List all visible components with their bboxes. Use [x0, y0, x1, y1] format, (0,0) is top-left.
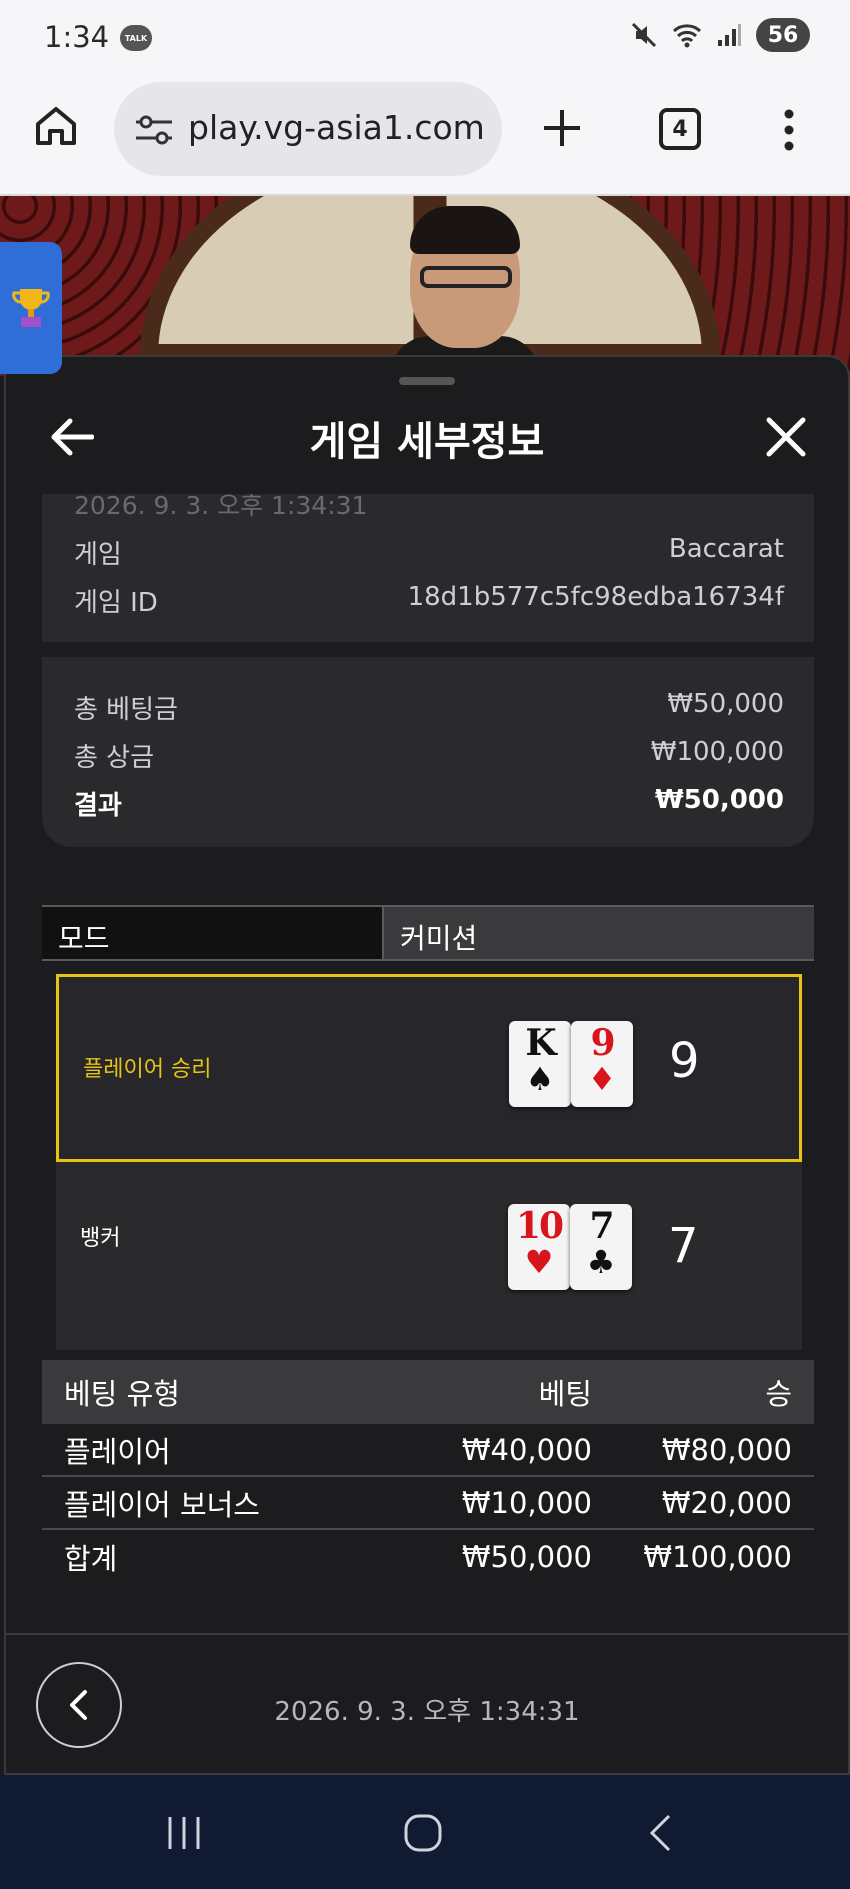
info-label: 게임 ID — [74, 588, 158, 618]
card-rank: 10 — [515, 1205, 564, 1247]
sheet-drag-handle[interactable] — [399, 377, 455, 385]
total-label-cell: 합계 — [64, 1541, 118, 1576]
player-card-1: K ♠ — [509, 1021, 571, 1107]
win-amount-cell: ₩80,000 — [661, 1432, 792, 1467]
kakaotalk-notification-icon: TALK — [120, 25, 152, 51]
tab-switcher-button[interactable]: 4 — [659, 108, 701, 150]
dealer-hair — [410, 206, 520, 254]
home-nav-button[interactable] — [399, 1809, 447, 1857]
bet-type-cell: 플레이어 보너스 — [64, 1487, 260, 1522]
banker-card-1: 10 ♥ — [508, 1204, 570, 1290]
info-label: 게임 — [74, 540, 122, 570]
home-circle-icon — [404, 1814, 442, 1852]
home-icon[interactable] — [34, 104, 78, 148]
player-card-2: 9 ♦ — [571, 1021, 633, 1107]
summary-label: 총 베팅금 — [74, 695, 178, 725]
footer-divider — [6, 1633, 848, 1635]
column-header-win: 승 — [765, 1377, 792, 1411]
more-menu-icon[interactable] — [784, 108, 794, 152]
back-nav-button[interactable] — [636, 1809, 684, 1857]
game-details-sheet: 게임 세부정보 2026. 9. 3. 오후 1:34:31 게임 Baccar… — [4, 355, 850, 1775]
summary-label: 총 상금 — [74, 743, 155, 773]
trophy-button[interactable] — [0, 242, 62, 374]
signal-icon — [718, 24, 741, 46]
summary-row-total-bet: 총 베팅금 ₩50,000 — [74, 689, 784, 726]
column-header-bet: 베팅 — [538, 1377, 592, 1411]
mode-value: 커미션 — [382, 907, 814, 959]
recent-apps-icon — [168, 1817, 200, 1849]
table-total-row: 합계 ₩50,000 ₩100,000 — [42, 1530, 814, 1583]
mode-label: 모드 — [42, 907, 382, 959]
sheet-title: 게임 세부정보 — [309, 419, 545, 465]
player-hand: 플레이어 승리 K ♠ 9 ♦ 9 — [56, 974, 802, 1162]
spade-icon: ♠ — [525, 1060, 555, 1098]
summary-row-result: 결과 ₩50,000 — [74, 785, 784, 822]
table-row: 플레이어 보너스 ₩10,000 ₩20,000 — [42, 1477, 814, 1530]
diamond-icon: ♦ — [587, 1060, 617, 1098]
club-icon: ♣ — [586, 1243, 616, 1281]
player-hand-label: 플레이어 승리 — [83, 1057, 212, 1082]
recent-apps-button[interactable] — [160, 1809, 208, 1857]
bets-table-header: 베팅 유형 베팅 승 — [42, 1360, 814, 1424]
info-row-game: 게임 Baccarat — [74, 534, 784, 571]
card-rank: K — [525, 1022, 556, 1064]
browser-toolbar: play.vg-asia1.com 4 — [0, 78, 850, 196]
system-navigation-bar — [0, 1775, 850, 1889]
total-bet-cell: ₩50,000 — [461, 1539, 592, 1574]
summary-value: ₩100,000 — [650, 737, 784, 767]
banker-card-2: 7 ♣ — [570, 1204, 632, 1290]
banker-hand-label: 뱅커 — [80, 1226, 121, 1251]
status-time: 1:34 — [44, 20, 110, 54]
footer-datetime: 2026. 9. 3. 오후 1:34:31 — [274, 1697, 580, 1727]
summary-card: 총 베팅금 ₩50,000 총 상금 ₩100,000 결과 ₩50,000 — [42, 657, 814, 847]
info-value: Baccarat — [668, 534, 784, 564]
summary-label: 결과 — [74, 791, 122, 821]
live-dealer-video — [0, 196, 850, 376]
banker-hand: 뱅커 10 ♥ 7 ♣ 7 — [56, 1162, 802, 1350]
mute-icon — [631, 22, 657, 48]
status-bar: 1:34 TALK 56 — [0, 0, 850, 78]
bets-table: 베팅 유형 베팅 승 플레이어 ₩40,000 ₩80,000 플레이어 보너스… — [42, 1360, 814, 1583]
address-bar[interactable]: play.vg-asia1.com — [114, 82, 502, 176]
column-header-bet-type: 베팅 유형 — [64, 1377, 180, 1411]
wifi-icon — [672, 24, 702, 48]
new-tab-icon[interactable] — [540, 106, 584, 150]
mode-row: 모드 커미션 — [42, 905, 814, 961]
battery-indicator: 56 — [756, 18, 810, 52]
back-chevron-icon — [649, 1814, 671, 1852]
game-datetime: 2026. 9. 3. 오후 1:34:31 — [74, 494, 368, 520]
game-info-card: 2026. 9. 3. 오후 1:34:31 게임 Baccarat 게임 ID… — [42, 494, 814, 642]
bet-amount-cell: ₩10,000 — [461, 1485, 592, 1520]
heart-icon: ♥ — [524, 1243, 554, 1281]
info-row-game-id: 게임 ID 18d1b577c5fc98edba16734f — [74, 582, 784, 619]
dealer-glasses — [420, 266, 512, 288]
trophy-icon — [12, 289, 50, 327]
player-score: 9 — [669, 1033, 700, 1089]
summary-value: ₩50,000 — [667, 689, 784, 719]
info-value[interactable]: 18d1b577c5fc98edba16734f — [408, 582, 784, 619]
summary-row-total-payout: 총 상금 ₩100,000 — [74, 737, 784, 774]
banker-score: 7 — [668, 1218, 699, 1274]
win-amount-cell: ₩20,000 — [661, 1485, 792, 1520]
url-text[interactable]: play.vg-asia1.com — [188, 108, 488, 147]
bet-amount-cell: ₩40,000 — [461, 1432, 592, 1467]
total-win-cell: ₩100,000 — [643, 1539, 792, 1574]
site-settings-icon[interactable] — [134, 114, 174, 146]
card-rank: 9 — [590, 1022, 615, 1064]
card-rank: 7 — [589, 1205, 614, 1247]
summary-value: ₩50,000 — [654, 785, 784, 815]
bet-type-cell: 플레이어 — [64, 1434, 171, 1469]
close-icon[interactable] — [764, 415, 808, 459]
table-row: 플레이어 ₩40,000 ₩80,000 — [42, 1424, 814, 1477]
status-icons: 56 — [630, 18, 810, 52]
